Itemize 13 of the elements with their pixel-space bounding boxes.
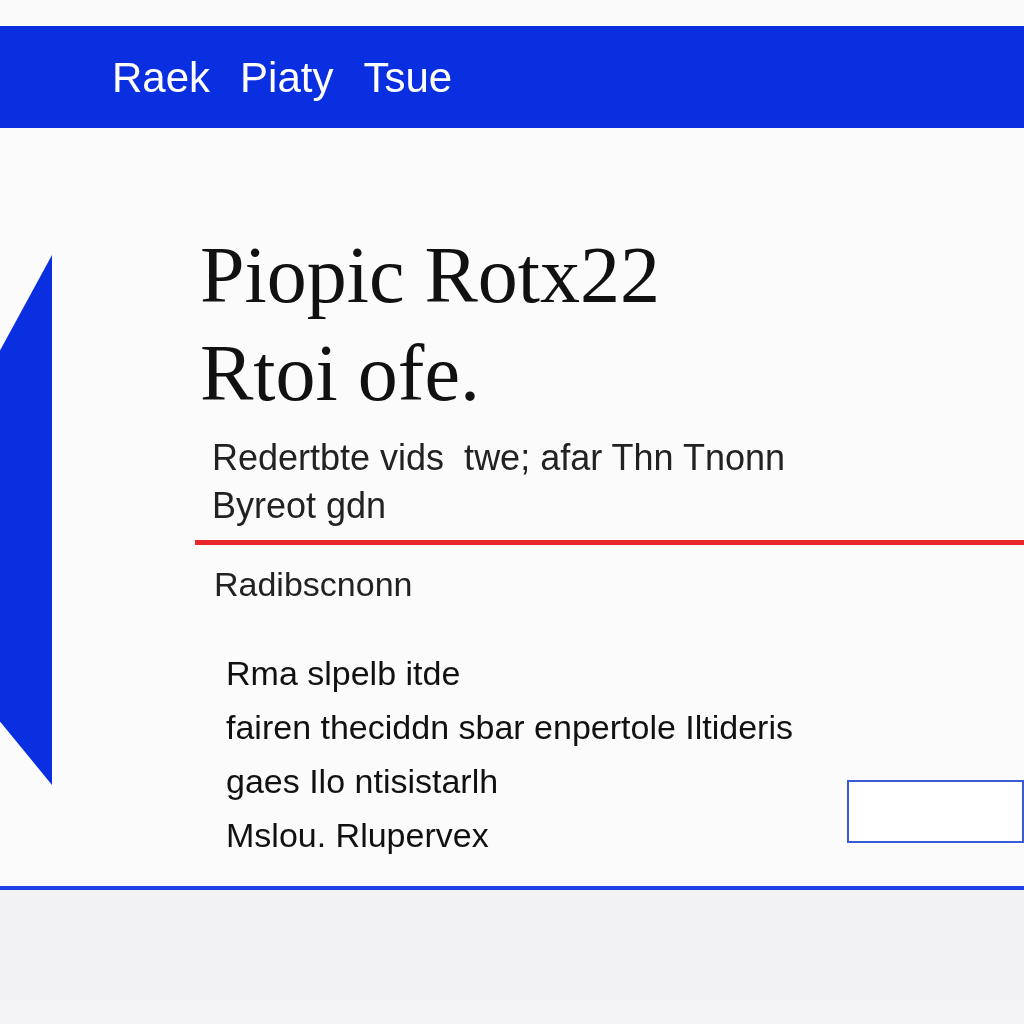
- title-text: Rtoi ofe.: [200, 328, 481, 419]
- body-text: gaes Ilo ntisistarlh: [226, 761, 499, 802]
- body-text: Rma slpelb itde: [226, 653, 461, 694]
- intro-text: Redertbte vids twe; afar Thn Tnonn: [211, 436, 786, 480]
- intro-text: Byreot gdn: [211, 484, 388, 528]
- body-text: fairen theciddn sbar enpertole Iltideris: [226, 707, 793, 748]
- input-field[interactable]: [847, 780, 1024, 843]
- title-text: Piopic Rotx22: [200, 230, 662, 321]
- body-text: Mslou. Rlupervex: [226, 815, 489, 856]
- header-text: Raek: [112, 52, 211, 103]
- header-text: Tsue: [363, 52, 453, 103]
- header-text: Piaty: [240, 52, 334, 103]
- section-label: Radibscnonn: [214, 564, 414, 605]
